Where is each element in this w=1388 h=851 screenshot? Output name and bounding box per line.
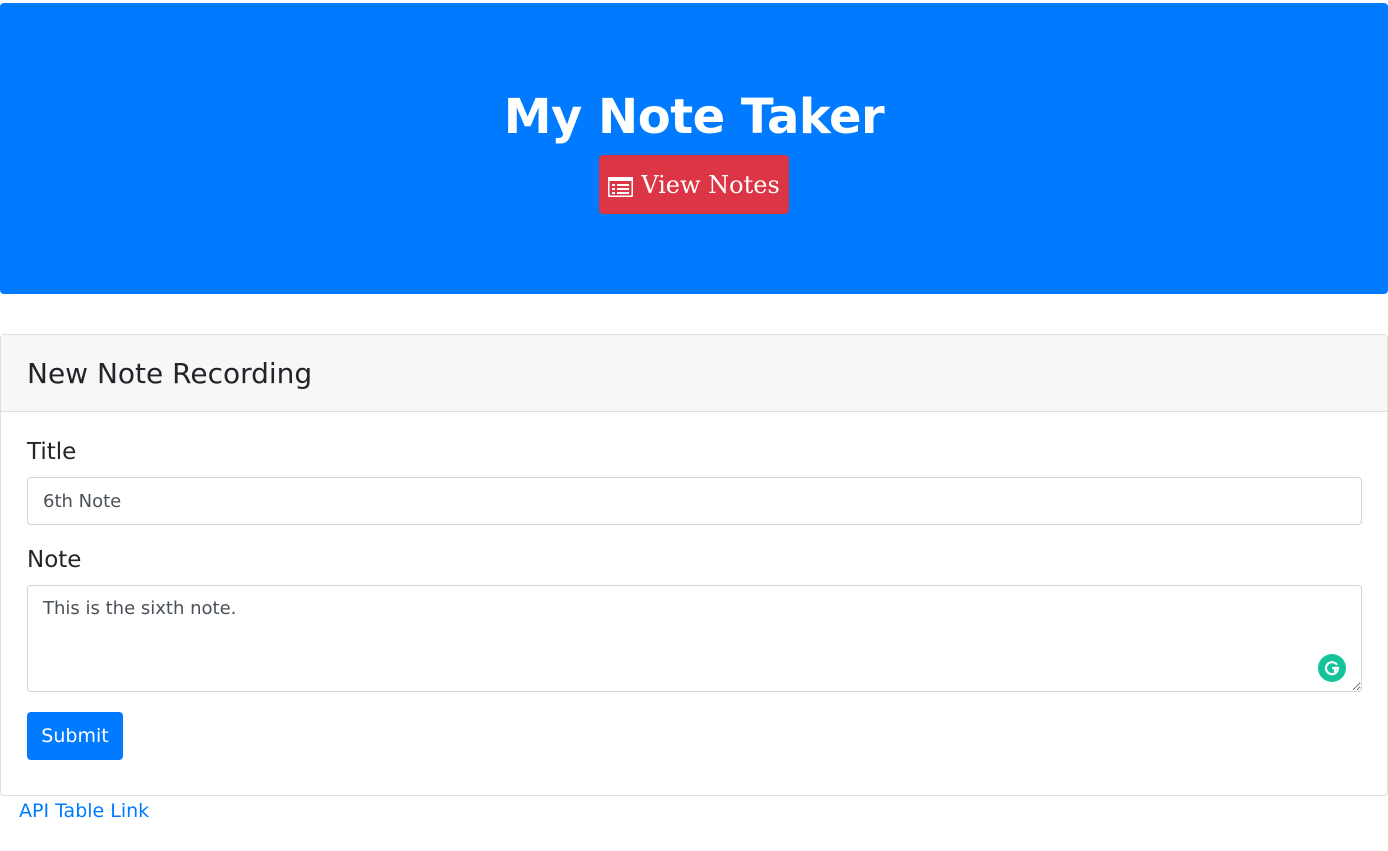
- view-notes-button[interactable]: View Notes: [599, 155, 789, 214]
- list-icon: [607, 175, 634, 197]
- note-textarea[interactable]: This is the sixth note.: [27, 585, 1362, 692]
- title-label: Title: [27, 439, 77, 465]
- api-table-link[interactable]: API Table Link: [19, 800, 149, 822]
- header-banner: My Note Taker View Notes: [0, 3, 1388, 294]
- new-note-card: New Note Recording Title Note This is th…: [0, 334, 1388, 796]
- submit-button[interactable]: Submit: [27, 712, 123, 760]
- card-heading: New Note Recording: [27, 356, 313, 390]
- view-notes-label: View Notes: [641, 170, 780, 199]
- card-header: New Note Recording: [1, 335, 1387, 412]
- note-label: Note: [27, 547, 82, 573]
- page-title: My Note Taker: [503, 89, 885, 145]
- grammarly-icon[interactable]: [1318, 654, 1346, 682]
- title-input[interactable]: [27, 477, 1362, 525]
